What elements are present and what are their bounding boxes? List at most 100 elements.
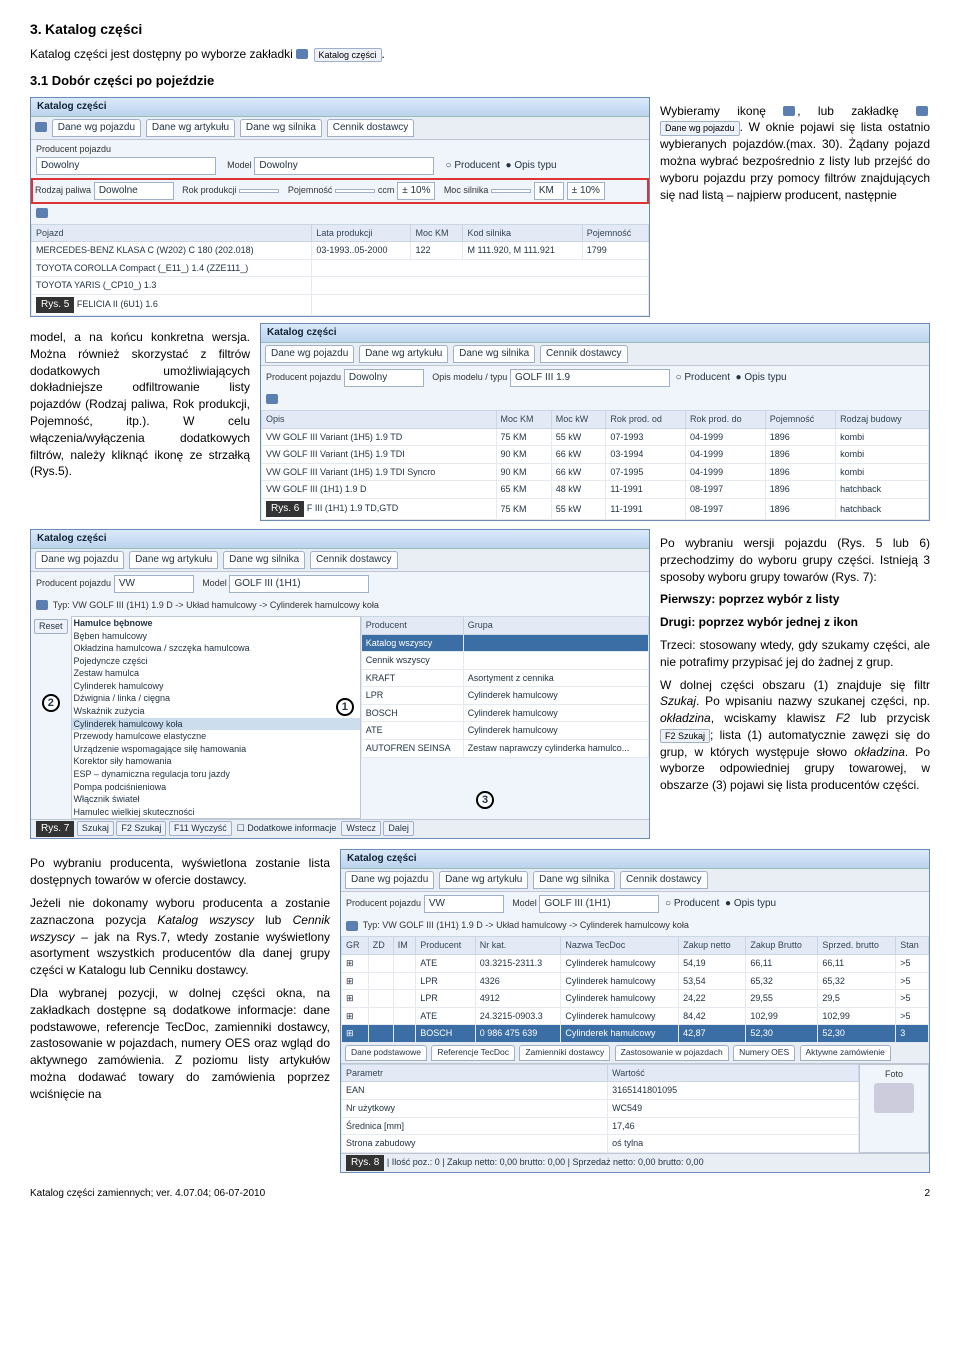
table-row[interactable]: TOYOTA COROLLA Compact (_E11_) 1.4 (ZZE1… <box>32 259 649 277</box>
field-model[interactable]: GOLF III (1H1) <box>229 575 369 593</box>
field-producent[interactable]: Dowolny <box>36 157 216 175</box>
tab-dane-pojazdu[interactable]: Dane wg pojazdu <box>52 119 141 137</box>
radio-producent[interactable]: Producent <box>674 898 720 909</box>
field-producent[interactable]: Dowolny <box>344 369 424 387</box>
tab-dane-pojazdu[interactable]: Dane wg pojazdu <box>265 345 354 363</box>
tab-zamienniki[interactable]: Zamienniki dostawcy <box>519 1045 610 1061</box>
list-item[interactable]: Cylinderek hamulcowy koła <box>72 718 360 731</box>
col-opis[interactable]: Opis <box>262 410 497 428</box>
tab-zamowienie[interactable]: Aktywne zamówienie <box>800 1045 891 1061</box>
col-rodzaj[interactable]: Rodzaj budowy <box>836 410 929 428</box>
radio-opis-typu[interactable]: Opis typu <box>734 898 776 909</box>
col-zn[interactable]: Zakup netto <box>679 937 746 955</box>
field-poj[interactable] <box>335 189 375 193</box>
col-sb[interactable]: Sprzed. brutto <box>818 937 896 955</box>
col-im[interactable]: IM <box>393 937 416 955</box>
unit-km[interactable]: KM <box>534 182 564 200</box>
col-nrkat[interactable]: Nr kat. <box>475 937 561 955</box>
table-row[interactable]: Cennik wszyscy <box>361 652 648 670</box>
tab-dane-podst[interactable]: Dane podstawowe <box>345 1045 427 1061</box>
col-nazwa[interactable]: Nazwa TecDoc <box>561 937 679 955</box>
tab-dane-pojazdu[interactable]: Dane wg pojazdu <box>345 871 434 889</box>
list-item[interactable]: Urządzenie wspomagające siłę hamowania <box>72 743 360 756</box>
tol-poj[interactable]: ± 10% <box>397 182 435 200</box>
chk-dodatkowe[interactable]: Dodatkowe informacje <box>247 823 336 833</box>
table-row[interactable]: ⊞ATE03.3215-2311.3Cylinderek hamulcowy54… <box>342 955 929 973</box>
table-row[interactable]: Rys. 6 F III (1H1) 1.9 TD,GTD75 KM55 kW1… <box>262 498 929 519</box>
tab-dane-artykulu[interactable]: Dane wg artykułu <box>439 871 528 889</box>
table-row[interactable]: VW GOLF III Variant (1H5) 1.9 TDI90 KM66… <box>262 446 929 464</box>
col-producent[interactable]: Producent <box>416 937 475 955</box>
col-rokdo[interactable]: Rok prod. do <box>686 410 766 428</box>
car-icon[interactable] <box>36 208 48 218</box>
col-rokod[interactable]: Rok prod. od <box>606 410 686 428</box>
list-item[interactable]: Przewody hamulcowe elastyczne <box>72 730 360 743</box>
tab-oes[interactable]: Numery OES <box>733 1045 795 1061</box>
list-item[interactable]: ESP – dynamiczna regulacja toru jazdy <box>72 768 360 781</box>
tab-cennik[interactable]: Cennik dostawcy <box>327 119 415 137</box>
col-poj[interactable]: Pojemność <box>765 410 835 428</box>
radio-opis-typu[interactable]: Opis typu <box>514 160 556 171</box>
col-wartosc[interactable]: Wartość <box>608 1064 859 1082</box>
col-pojazd[interactable]: Pojazd <box>32 224 312 242</box>
f2-szukaj-button[interactable]: F2 Szukaj <box>660 729 710 744</box>
col-mockw[interactable]: Moc kW <box>551 410 606 428</box>
table-row[interactable]: ⊞ATE24.3215-0903.3Cylinderek hamulcowy84… <box>342 1007 929 1025</box>
tree-head[interactable]: Hamulce bębnowe <box>72 617 360 630</box>
field-model[interactable]: Dowolny <box>254 157 434 175</box>
tab-dane-silnika[interactable]: Dane wg silnika <box>223 551 305 569</box>
col-grupa[interactable]: Grupa <box>463 616 648 634</box>
car-icon[interactable] <box>266 394 278 404</box>
tab-dane-silnika[interactable]: Dane wg silnika <box>453 345 535 363</box>
table-row[interactable]: KRAFTAsortyment z cennika <box>361 669 648 687</box>
field-producent[interactable]: VW <box>424 895 504 913</box>
f2-szukaj-button[interactable]: F2 Szukaj <box>116 821 166 836</box>
list-item[interactable]: Okładzina hamulcowa / szczęka hamulcowa <box>72 642 360 655</box>
table-row[interactable]: ⊞LPR4912Cylinderek hamulcowy24,2229,5529… <box>342 990 929 1008</box>
table-row[interactable]: ⊞LPR4326Cylinderek hamulcowy53,5465,3265… <box>342 972 929 990</box>
table-row[interactable]: AUTOFREN SEINSAZestaw naprawczy cylinder… <box>361 740 648 758</box>
dane-wg-pojazdu-button[interactable]: Dane wg pojazdu <box>660 121 740 136</box>
col-param[interactable]: Parametr <box>342 1064 608 1082</box>
col-zb[interactable]: Zakup Brutto <box>746 937 818 955</box>
table-row[interactable]: LPRCylinderek hamulcowy <box>361 687 648 705</box>
radio-producent[interactable]: Producent <box>684 372 730 383</box>
tab-ref-tecdoc[interactable]: Referencje TecDoc <box>431 1045 515 1061</box>
col-gr[interactable]: GR <box>342 937 369 955</box>
tab-dane-silnika[interactable]: Dane wg silnika <box>533 871 615 889</box>
radio-producent[interactable]: Producent <box>454 160 500 171</box>
list-item[interactable]: Wskaźnik zużycia <box>72 705 360 718</box>
table-row[interactable]: Rys. 5 FELICIA II (6U1) 1.6 <box>32 294 649 315</box>
list-item[interactable]: Korektor siły hamowania <box>72 755 360 768</box>
field-producent[interactable]: VW <box>114 575 194 593</box>
table-row[interactable]: Katalog wszyscy <box>361 634 648 652</box>
col-stan[interactable]: Stan <box>896 937 929 955</box>
reset-button[interactable]: Reset <box>34 619 68 634</box>
table-row[interactable]: MERCEDES-BENZ KLASA C (W202) C 180 (202.… <box>32 242 649 260</box>
radio-opis-typu[interactable]: Opis typu <box>744 372 786 383</box>
col-lata[interactable]: Lata produkcji <box>312 224 411 242</box>
table-row[interactable]: VW GOLF III (1H1) 1.9 D65 KM48 kW11-1991… <box>262 481 929 499</box>
tab-dane-pojazdu[interactable]: Dane wg pojazdu <box>35 551 124 569</box>
wstecz-button[interactable]: Wstecz <box>341 821 381 836</box>
table-row[interactable]: VW GOLF III Variant (1H5) 1.9 TD75 KM55 … <box>262 428 929 446</box>
tab-dane-artykulu[interactable]: Dane wg artykułu <box>146 119 235 137</box>
tab-cennik[interactable]: Cennik dostawcy <box>620 871 708 889</box>
list-item[interactable]: Cylinderek hamulcowy <box>72 680 360 693</box>
list-item[interactable]: Bęben hamulcowy <box>72 630 360 643</box>
col-zd[interactable]: ZD <box>368 937 393 955</box>
list-item[interactable]: Pompa podciśnieniowa <box>72 781 360 794</box>
list-item[interactable]: Zestaw hamulca <box>72 667 360 680</box>
field-model[interactable]: GOLF III (1H1) <box>539 895 659 913</box>
table-row[interactable]: VW GOLF III Variant (1H5) 1.9 TDI Syncro… <box>262 463 929 481</box>
table-row[interactable]: ATECylinderek hamulcowy <box>361 722 648 740</box>
szukaj-button[interactable]: Szukaj <box>77 821 114 836</box>
col-poj[interactable]: Pojemność <box>582 224 648 242</box>
list-item[interactable]: Pojedyncze części <box>72 655 360 668</box>
tol-moc[interactable]: ± 10% <box>567 182 605 200</box>
table-row[interactable]: TOYOTA YARIS (_CP10_) 1.3 <box>32 277 649 295</box>
catalog-tab-button[interactable]: Katalog części <box>314 48 382 63</box>
table-row[interactable]: BOSCHCylinderek hamulcowy <box>361 704 648 722</box>
col-producent[interactable]: Producent <box>361 616 463 634</box>
table-row[interactable]: ⊞BOSCH0 986 475 639Cylinderek hamulcowy4… <box>342 1025 929 1043</box>
